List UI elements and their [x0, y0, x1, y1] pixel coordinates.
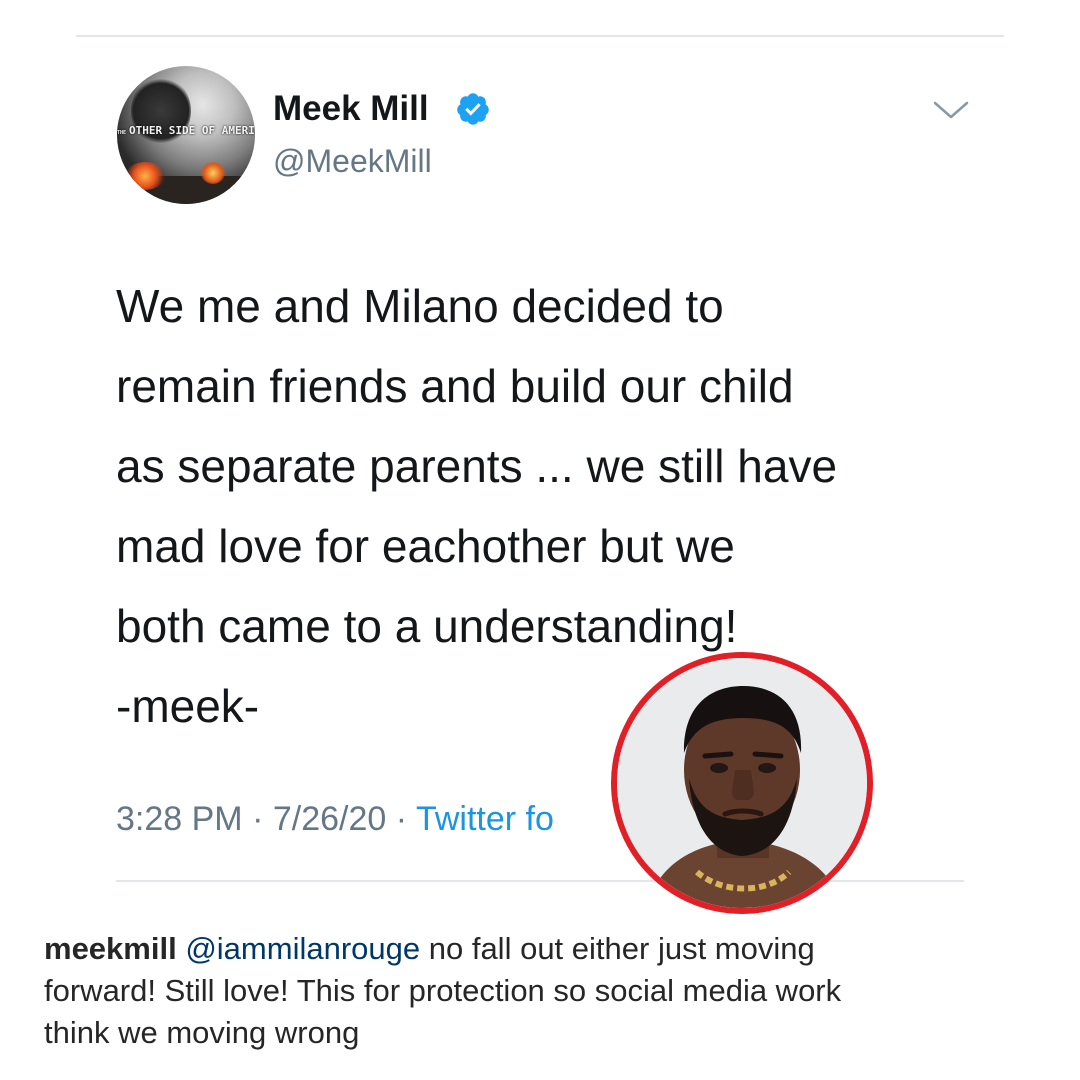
caption-line: meekmill @iammilanrouge no fall out eith…: [44, 928, 1044, 970]
tweet-source-link[interactable]: Twitter fo: [416, 800, 554, 838]
tweet-text-line: -meek-: [116, 680, 260, 732]
caption-username[interactable]: meekmill: [44, 931, 177, 966]
instagram-caption: meekmill @iammilanrouge no fall out eith…: [44, 928, 1044, 1054]
avatar-fire-graphic: [125, 162, 165, 190]
profile-avatar[interactable]: THE OTHER SIDE OF AMERICA: [117, 66, 255, 204]
tweet-text-line: mad love for eachother but we: [116, 520, 735, 572]
portrait-illustration: [617, 658, 867, 908]
tweet-text-line: remain friends and build our child: [116, 360, 794, 412]
tweet-text: We me and Milano decided to remain frien…: [116, 266, 996, 746]
inset-portrait-photo: [611, 652, 873, 914]
caption-line: think we moving wrong: [44, 1015, 360, 1050]
tweet-text-line: both came to a understanding!: [116, 600, 738, 652]
meta-separator: ·: [252, 800, 264, 838]
user-handle[interactable]: @MeekMill: [273, 143, 432, 180]
avatar-album-title: THE OTHER SIDE OF AMERICA: [117, 124, 255, 137]
tweet-metadata: 3:28 PM · 7/26/20 · Twitter fo: [116, 800, 554, 839]
tweet-date[interactable]: 7/26/20: [273, 800, 386, 838]
caption-mention[interactable]: @iammilanrouge: [185, 931, 420, 966]
top-divider: [76, 35, 1004, 37]
verified-badge-icon: [457, 93, 489, 125]
display-name[interactable]: Meek Mill: [273, 89, 429, 129]
avatar-fire-graphic: [201, 162, 225, 184]
tweet-text-line: We me and Milano decided to: [116, 280, 724, 332]
tweet-text-line: as separate parents ... we still have: [116, 440, 838, 492]
bottom-divider: [116, 880, 964, 882]
caption-line: forward! Still love! This for protection…: [44, 973, 842, 1008]
meta-separator: ·: [395, 800, 408, 838]
chevron-down-icon[interactable]: [931, 97, 971, 123]
caption-text: no fall out either just moving: [420, 931, 815, 966]
tweet-time[interactable]: 3:28 PM: [116, 800, 243, 838]
